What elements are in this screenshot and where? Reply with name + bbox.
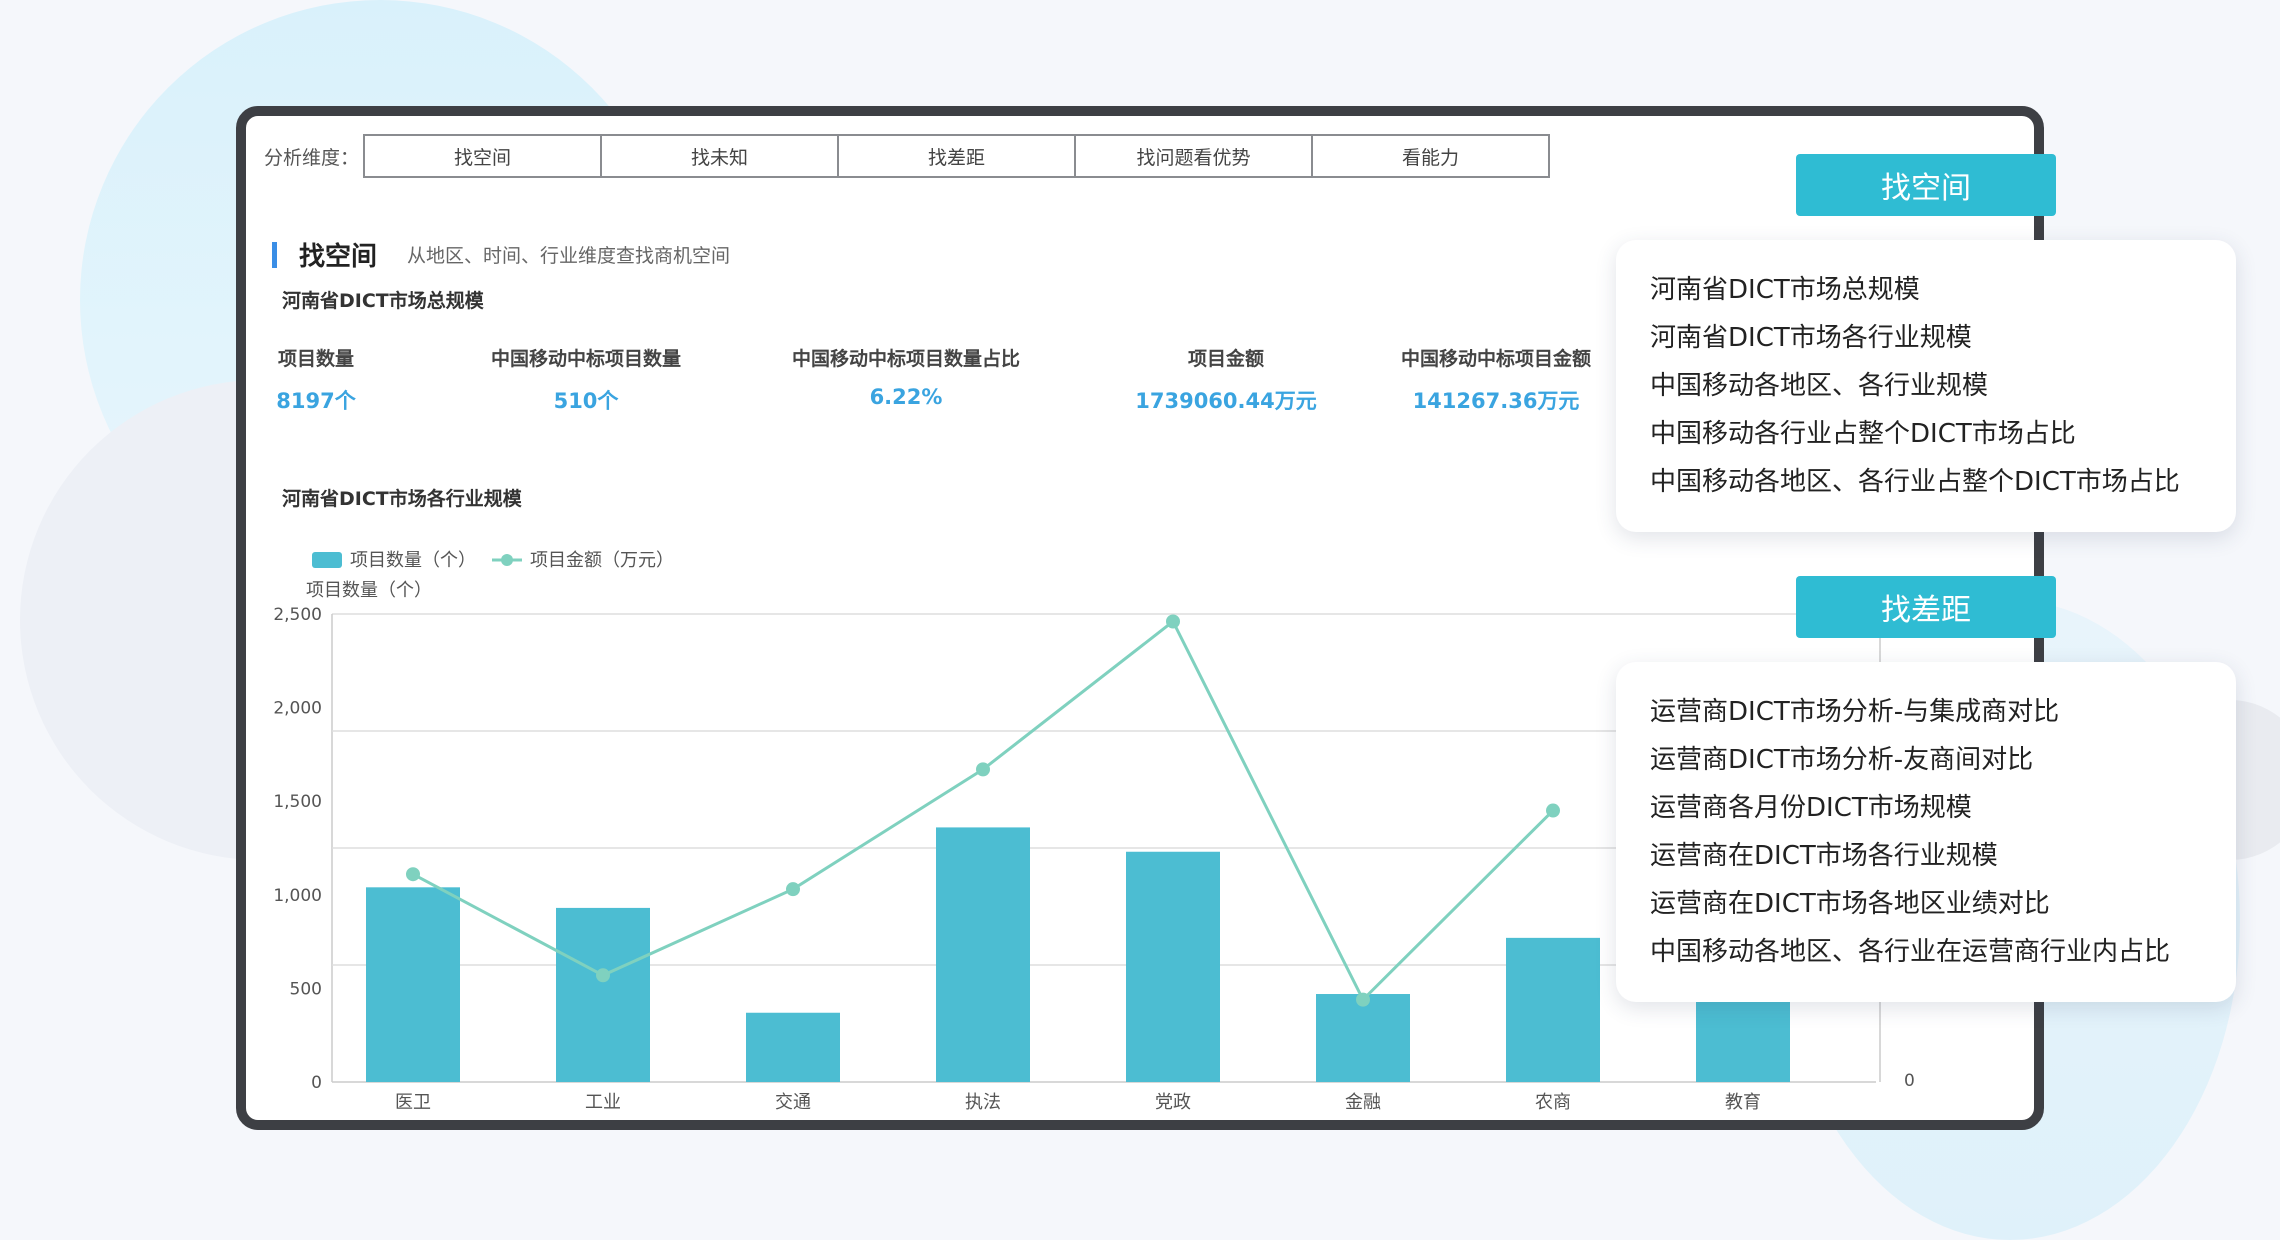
amount-point: [1356, 992, 1370, 1007]
amount-point: [406, 867, 420, 882]
callout-space-item: 河南省DICT市场各行业规模: [1650, 323, 1972, 353]
amount-point: [1166, 614, 1180, 629]
legend-bar-label: 项目数量（个）: [350, 550, 476, 571]
callout-gap-item: 运营商DICT市场分析-与集成商对比: [1650, 697, 2060, 727]
right-axis-tick: 0: [1904, 1071, 1915, 1091]
bar-执法: [936, 827, 1030, 1082]
x-tick-label: 金融: [1345, 1092, 1381, 1113]
legend-bar-swatch: [312, 552, 342, 568]
callout-gap-tag: 找差距: [1796, 576, 2056, 638]
amount-point: [976, 762, 990, 777]
callout-space-tag: 找空间: [1796, 154, 2056, 216]
callout-space-item: 河南省DICT市场总规模: [1650, 275, 1920, 305]
bar-党政: [1126, 851, 1220, 1082]
x-tick-label: 执法: [965, 1092, 1001, 1113]
y-tick-label: 0: [311, 1073, 322, 1093]
callout-gap-item: 运营商DICT市场分析-友商间对比: [1650, 745, 2034, 775]
callout-gap-item: 中国移动各地区、各行业在运营商行业内占比: [1650, 937, 2171, 967]
y-tick-label: 1,500: [273, 792, 322, 812]
y-tick-label: 1,000: [273, 886, 322, 906]
callout-space-item: 中国移动各地区、各行业占整个DICT市场占比: [1650, 467, 2180, 497]
amount-point: [786, 882, 800, 897]
callout-gap-item: 运营商各月份DICT市场规模: [1650, 793, 1972, 823]
callout-space-item: 中国移动各地区、各行业规模: [1650, 371, 1989, 401]
callout-space-item: 中国移动各行业占整个DICT市场占比: [1650, 419, 2076, 449]
x-tick-label: 医卫: [395, 1092, 431, 1113]
legend-line-dot: [501, 554, 513, 566]
bar-金融: [1316, 994, 1410, 1082]
x-tick-label: 教育: [1725, 1092, 1761, 1113]
amount-point: [1546, 803, 1560, 818]
y-tick-label: 2,500: [273, 605, 322, 625]
y-axis-title: 项目数量（个）: [306, 580, 432, 601]
x-tick-label: 农商: [1535, 1092, 1571, 1113]
bar-医卫: [366, 887, 460, 1082]
callout-gap-item: 运营商在DICT市场各地区业绩对比: [1650, 889, 2050, 919]
x-tick-label: 交通: [775, 1092, 811, 1113]
callout-gap-panel: 运营商DICT市场分析-与集成商对比 运营商DICT市场分析-友商间对比 运营商…: [1616, 662, 2236, 1002]
x-tick-label: 工业: [585, 1092, 621, 1113]
y-tick-label: 2,000: [273, 699, 322, 719]
callout-space-panel: 河南省DICT市场总规模 河南省DICT市场各行业规模 中国移动各地区、各行业规…: [1616, 240, 2236, 532]
x-tick-label: 党政: [1155, 1092, 1191, 1113]
legend-line-label: 项目金额（万元）: [530, 550, 674, 571]
bar-工业: [556, 907, 650, 1082]
callout-gap-item: 运营商在DICT市场各行业规模: [1650, 841, 1998, 871]
y-tick-label: 500: [290, 979, 322, 999]
bar-交通: [746, 1012, 840, 1082]
amount-point: [596, 968, 610, 983]
bar-农商: [1506, 937, 1600, 1082]
